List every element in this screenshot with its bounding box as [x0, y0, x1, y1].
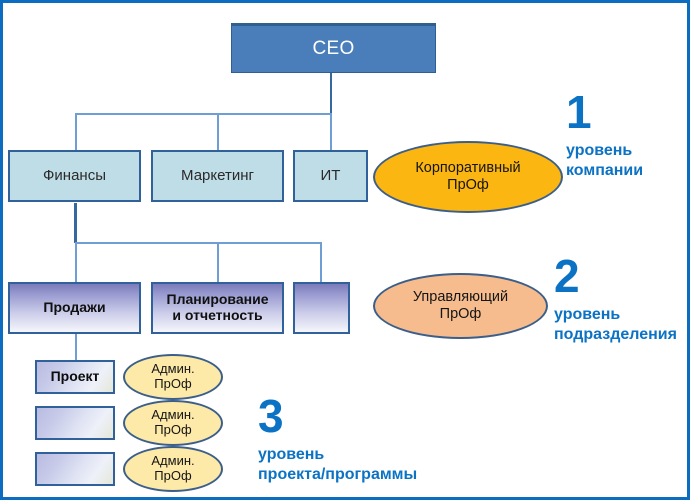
- node-project-3[interactable]: [35, 452, 115, 486]
- callout-level-3: 3 уровень проекта/программы: [258, 390, 493, 484]
- connector-finance-stem: [74, 203, 77, 243]
- ellipse-admin-prof-2-label: Админ. ПрОф: [151, 407, 195, 437]
- node-project-1[interactable]: Проект: [35, 360, 115, 394]
- connector-level1-bus: [75, 113, 332, 115]
- node-ceo[interactable]: CEO: [231, 23, 436, 73]
- node-unit-planning[interactable]: Планирование и отчетность: [151, 282, 284, 334]
- ellipse-admin-prof-3[interactable]: Админ. ПрОф: [123, 446, 223, 492]
- callout-level-2: 2 уровень подразделения: [554, 250, 687, 344]
- node-unit-planning-label: Планирование и отчетность: [166, 291, 269, 323]
- ellipse-admin-prof-3-label: Админ. ПрОф: [151, 453, 195, 483]
- ellipse-corporate-prof[interactable]: Корпоративный ПрОф: [373, 141, 563, 213]
- connector-level2-drop-planning: [217, 242, 219, 282]
- node-department-finance[interactable]: Финансы: [8, 150, 141, 202]
- node-unit-empty[interactable]: [293, 282, 350, 334]
- node-department-it[interactable]: ИТ: [293, 150, 368, 202]
- callout-level-1-caption: уровень компании: [566, 142, 644, 179]
- ellipse-admin-prof-2[interactable]: Админ. ПрОф: [123, 400, 223, 446]
- callout-level-1: 1 уровень компании: [566, 86, 687, 180]
- ellipse-admin-prof-1-label: Админ. ПрОф: [151, 361, 195, 391]
- connector-level1-drop-it: [330, 113, 332, 150]
- connector-level2-drop-sales: [75, 242, 77, 282]
- callout-level-2-number: 2: [554, 250, 580, 302]
- org-chart-diagram: CEO Финансы Маркетинг ИТ Корпоративный П…: [0, 0, 690, 500]
- node-unit-sales-label: Продажи: [43, 299, 106, 316]
- connector-level2-drop-third: [320, 242, 322, 282]
- connector-level1-drop-marketing: [217, 113, 219, 150]
- callout-level-3-caption: уровень проекта/программы: [258, 446, 418, 483]
- node-project-2[interactable]: [35, 406, 115, 440]
- ellipse-manager-prof[interactable]: Управляющий ПрОф: [373, 273, 548, 339]
- connector-sales-to-project: [75, 333, 77, 360]
- callout-level-1-number: 1: [566, 86, 592, 138]
- connector-ceo-stem: [330, 73, 332, 113]
- ellipse-manager-prof-label: Управляющий ПрОф: [412, 289, 509, 322]
- callout-level-2-caption: уровень подразделения: [554, 306, 677, 343]
- node-ceo-label: CEO: [312, 38, 355, 60]
- node-department-marketing-label: Маркетинг: [181, 166, 254, 184]
- node-department-finance-label: Финансы: [43, 166, 106, 184]
- node-department-it-label: ИТ: [320, 166, 341, 184]
- ellipse-admin-prof-1[interactable]: Админ. ПрОф: [123, 354, 223, 400]
- connector-level2-bus: [75, 242, 322, 244]
- callout-level-3-number: 3: [258, 390, 284, 442]
- node-department-marketing[interactable]: Маркетинг: [151, 150, 284, 202]
- connector-level1-drop-finance: [75, 113, 77, 150]
- node-unit-sales[interactable]: Продажи: [8, 282, 141, 334]
- node-project-1-label: Проект: [50, 368, 100, 385]
- ellipse-corporate-prof-label: Корпоративный ПрОф: [415, 160, 521, 193]
